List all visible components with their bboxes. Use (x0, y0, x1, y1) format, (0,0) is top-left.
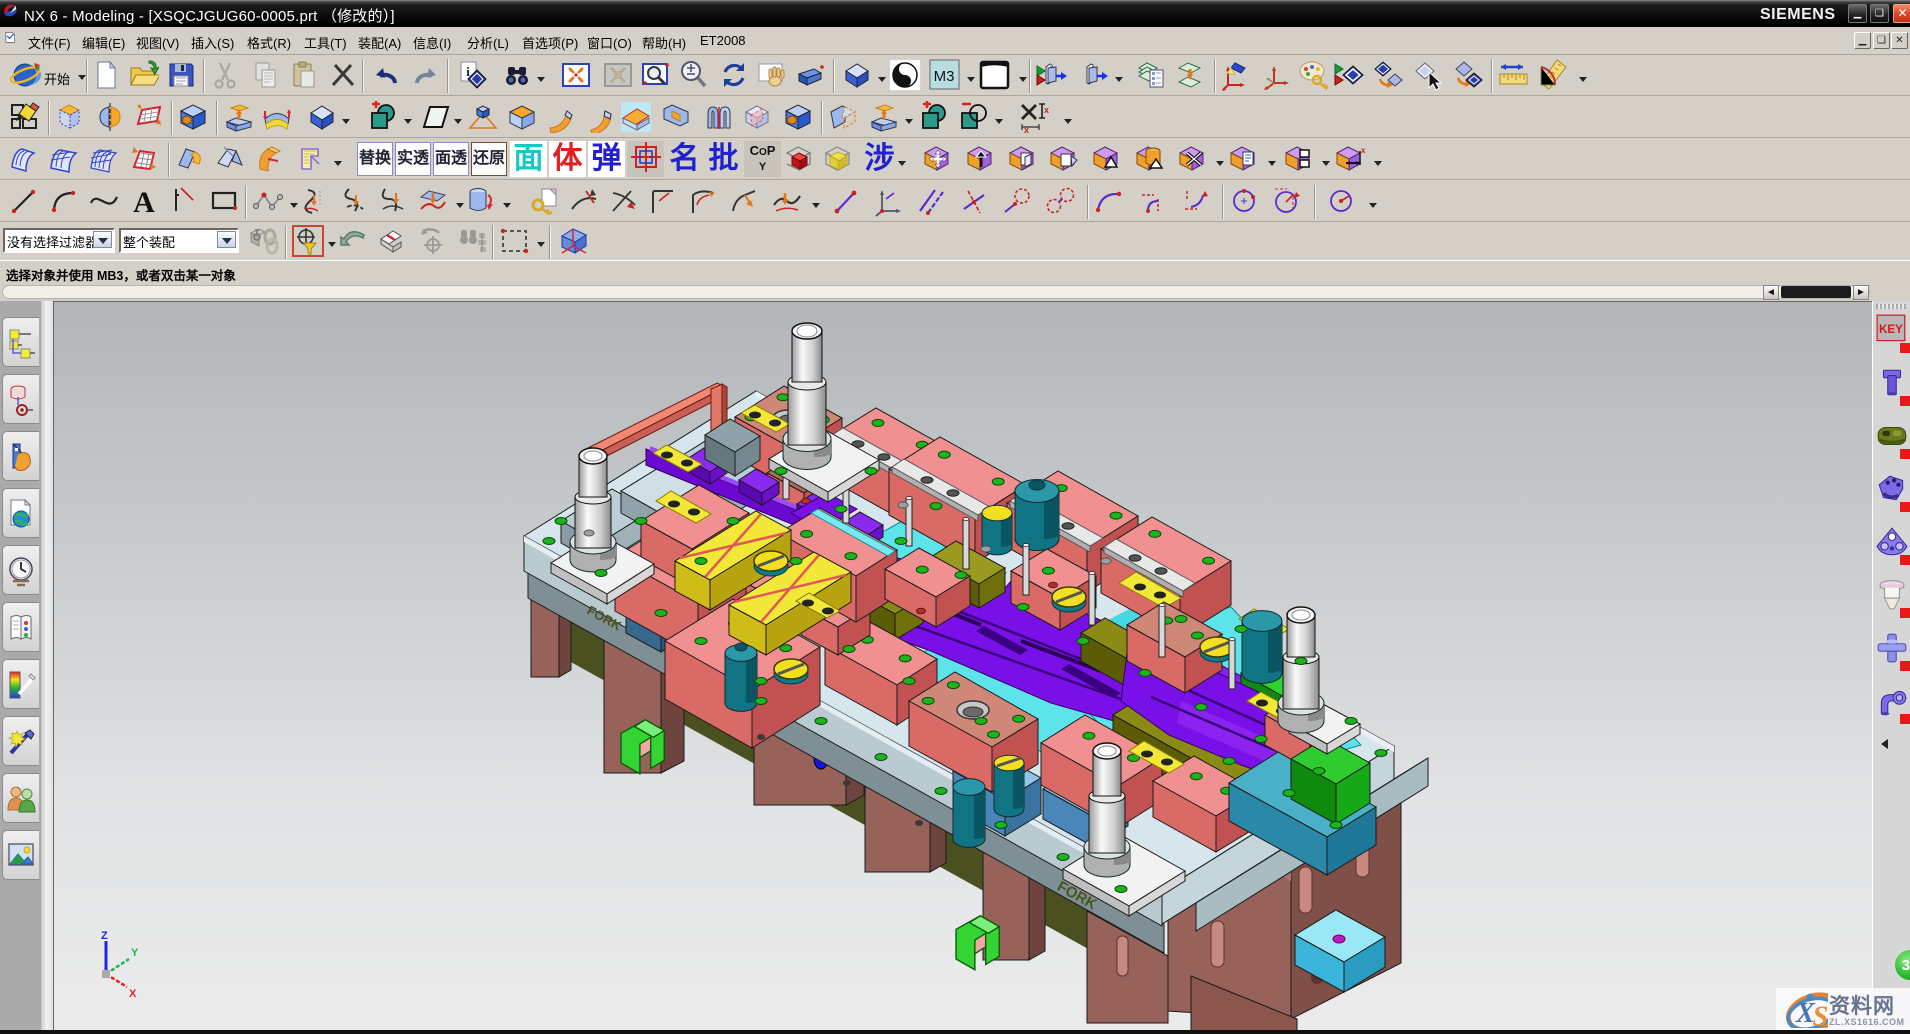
svg-text:KEY: KEY (1879, 323, 1903, 336)
svg-text:Z: Z (101, 930, 108, 942)
svg-text:S: S (1813, 1002, 1829, 1028)
svg-text:x: x (1024, 125, 1029, 133)
svg-text:x: x (1361, 146, 1366, 155)
svg-text:A: A (133, 186, 155, 217)
svg-text:Y: Y (131, 947, 139, 959)
svg-text:X: X (129, 988, 137, 1000)
svg-text:x: x (1044, 105, 1049, 115)
svg-text:M3: M3 (934, 68, 955, 85)
